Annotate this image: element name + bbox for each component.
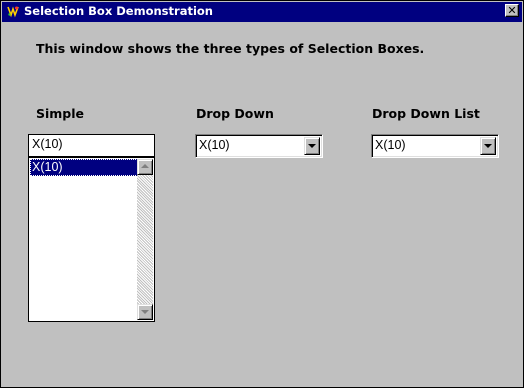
list-item[interactable]: X(10) xyxy=(30,159,138,176)
window-title: Selection Box Demonstration xyxy=(24,4,213,18)
close-icon: ✕ xyxy=(507,4,517,17)
description-text: This window shows the three types of Sel… xyxy=(36,41,425,56)
scroll-down-arrow-icon xyxy=(141,310,149,314)
list-item-label: X(10) xyxy=(32,160,63,174)
chevron-down-icon xyxy=(484,144,492,148)
chevron-down-icon xyxy=(308,144,316,148)
drop-down-list-value: X(10) xyxy=(375,138,406,152)
simple-combo-edit[interactable]: X(10) xyxy=(28,134,155,157)
scroll-up-arrow-icon xyxy=(141,164,149,168)
close-button[interactable]: ✕ xyxy=(505,4,519,17)
drop-down-list-combo[interactable]: X(10) xyxy=(371,134,499,158)
drop-down-list-button[interactable] xyxy=(480,137,496,155)
drop-down-label: Drop Down xyxy=(196,106,274,121)
title-bar[interactable]: Selection Box Demonstration ✕ xyxy=(2,2,522,22)
drop-down-button[interactable] xyxy=(304,137,320,155)
drop-down-list-label: Drop Down List xyxy=(372,106,480,121)
simple-combo-edit-value: X(10) xyxy=(32,137,63,151)
scroll-up-button[interactable] xyxy=(137,159,153,175)
drop-down-combo[interactable]: X(10) xyxy=(195,134,323,158)
scroll-down-button[interactable] xyxy=(137,304,153,320)
drop-down-value: X(10) xyxy=(199,138,230,152)
vertical-scrollbar[interactable] xyxy=(137,159,153,320)
simple-combo-list[interactable]: X(10) xyxy=(28,157,155,322)
app-window: Selection Box Demonstration ✕ This windo… xyxy=(0,0,524,388)
app-logo-icon xyxy=(6,4,20,18)
simple-label: Simple xyxy=(36,106,85,121)
